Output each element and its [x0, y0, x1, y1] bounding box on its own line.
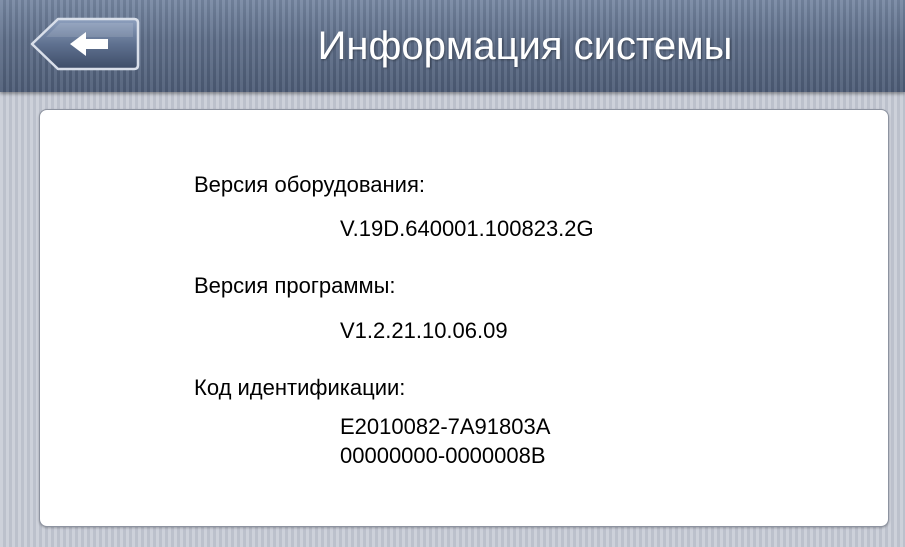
- back-button[interactable]: [30, 17, 140, 71]
- header-bar: Информация системы: [0, 0, 905, 92]
- identification-code-label: Код идентификации:: [194, 375, 406, 400]
- identification-code-line1: E2010082-7A91803A: [340, 414, 551, 439]
- identification-code-line2: 00000000-0000008B: [340, 443, 546, 468]
- left-arrow-icon: [30, 17, 140, 71]
- hardware-version-label: Версия оборудования:: [194, 172, 425, 197]
- hardware-version-value: V.19D.640001.100823.2G: [340, 216, 594, 241]
- screen-background: Информация системы Версия оборудования: …: [0, 0, 905, 547]
- page-title: Информация системы: [317, 24, 733, 68]
- software-version-label: Версия программы:: [194, 273, 396, 298]
- info-panel: Версия оборудования: V.19D.640001.100823…: [39, 109, 889, 527]
- software-version-value: V1.2.21.10.06.09: [340, 318, 508, 343]
